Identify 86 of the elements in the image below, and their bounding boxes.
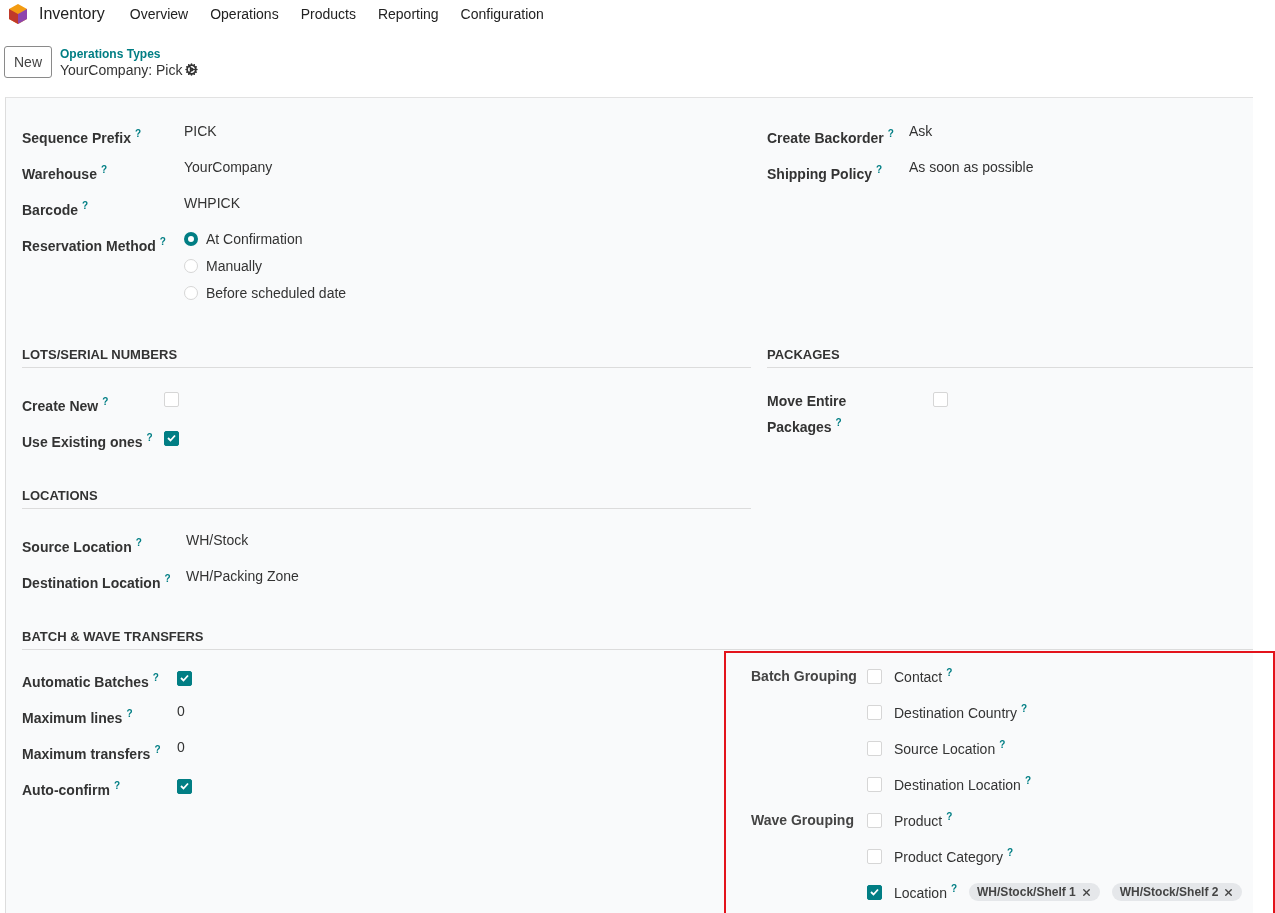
field-label: Create Backorder $^{?}$ (767, 127, 895, 148)
help-mark[interactable]: ? (876, 164, 883, 175)
help-mark[interactable]: ? (152, 672, 159, 683)
field-value[interactable]: 0 (177, 694, 751, 719)
help-mark[interactable]: ? (887, 128, 894, 139)
help-mark[interactable]: ? (835, 417, 842, 428)
field-value[interactable]: WH/Packing Zone (186, 559, 751, 584)
section-heading: LOCATIONS (22, 488, 751, 509)
field-label: Create New $^{?}$ (22, 395, 110, 416)
help-mark[interactable]: ? (100, 164, 108, 175)
field-label: Warehouse $^{?}$ (22, 163, 109, 184)
field-value[interactable]: Ask (909, 114, 1253, 139)
help-mark[interactable]: ? (999, 739, 1006, 751)
field-value[interactable]: WH/Stock (186, 523, 751, 548)
field-label: Auto-confirm $^{?}$ (22, 779, 121, 800)
help-mark[interactable]: ? (82, 200, 89, 211)
help-mark[interactable]: ? (950, 883, 958, 895)
help-mark[interactable]: ? (113, 780, 120, 791)
help-mark[interactable]: ? (154, 744, 161, 755)
checkbox[interactable] (867, 884, 882, 900)
option-label[interactable]: Product Category $^{?}$ (894, 847, 1014, 865)
field-label: Sequence Prefix $^{?}$ (22, 127, 143, 148)
remove-icon[interactable] (1223, 886, 1235, 898)
grouping-label: Wave Grouping (751, 812, 855, 828)
location-tag[interactable]: WH/Stock/Shelf 2 (1111, 883, 1243, 901)
field-value[interactable]: WHPICK (184, 186, 751, 211)
cube-logo-icon[interactable] (8, 2, 28, 25)
field-value[interactable]: PICK (184, 114, 751, 139)
help-mark[interactable]: ? (1006, 847, 1014, 859)
menu-item[interactable]: Operations (210, 5, 279, 22)
menu-item[interactable]: Configuration (460, 5, 544, 22)
app-name[interactable]: Inventory (39, 4, 105, 23)
checkbox[interactable] (177, 670, 192, 686)
location-tag[interactable]: WH/Stock/Shelf 1 (969, 883, 1100, 901)
menu-item[interactable]: Products (300, 5, 356, 22)
field-value[interactable]: 0 (177, 730, 751, 755)
check-icon (167, 434, 176, 442)
grouping-label: Batch Grouping (751, 668, 857, 684)
help-mark[interactable]: ? (1020, 703, 1028, 715)
help-mark[interactable]: ? (134, 128, 142, 139)
option-label[interactable]: Destination Country $^{?}$ (894, 703, 1028, 721)
help-mark[interactable]: ? (946, 667, 953, 679)
field-label: Automatic Batches $^{?}$ (22, 671, 160, 692)
field-label: Reservation Method $^{?}$ (22, 235, 167, 256)
option-label[interactable]: At Confirmation (206, 231, 303, 247)
menu-item[interactable]: Reporting (377, 5, 439, 22)
field-label: Source Location $^{?}$ (22, 536, 143, 557)
field-label: Move Entire Packages $^{?}$ (767, 392, 848, 437)
option-label[interactable]: Destination Location $^{?}$ (894, 775, 1031, 793)
option-label[interactable]: Manually (206, 258, 263, 274)
radio-button[interactable] (184, 232, 198, 246)
section-heading: BATCH & WAVE TRANSFERS (22, 629, 1253, 650)
option-label[interactable]: Location $^{?}$ (894, 883, 958, 901)
gear-icon[interactable] (185, 63, 199, 76)
help-mark[interactable]: ? (102, 396, 109, 407)
breadcrumb-link[interactable]: Operations Types (60, 46, 199, 61)
checkbox[interactable] (177, 778, 192, 794)
help-mark[interactable]: ? (946, 811, 953, 823)
check-icon (180, 674, 189, 682)
section-heading: PACKAGES (767, 347, 1253, 368)
field-value[interactable]: YourCompany (184, 150, 751, 175)
menu-item[interactable]: Overview (129, 5, 189, 22)
section-heading: LOTS/SERIAL NUMBERS (22, 347, 751, 368)
field-label: Barcode $^{?}$ (22, 199, 90, 220)
help-mark[interactable]: ? (135, 537, 142, 548)
checkbox[interactable] (164, 430, 179, 446)
field-label: Destination Location $^{?}$ (22, 572, 172, 593)
field-label: Maximum transfers $^{?}$ (22, 743, 162, 764)
option-label[interactable]: Before scheduled date (206, 285, 347, 301)
field-label: Maximum lines $^{?}$ (22, 707, 134, 728)
check-icon (180, 782, 189, 790)
remove-icon[interactable] (1080, 886, 1092, 898)
field-label: Shipping Policy $^{?}$ (767, 163, 884, 184)
option-label[interactable]: Source Location $^{?}$ (894, 739, 1006, 757)
help-mark[interactable]: ? (1024, 775, 1031, 787)
check-icon (870, 888, 879, 896)
new-button[interactable]: New (4, 46, 52, 78)
field-label: Use Existing ones $^{?}$ (22, 431, 154, 452)
field-value[interactable]: As soon as possible (909, 150, 1253, 175)
option-label[interactable]: Contact $^{?}$ (894, 667, 953, 685)
help-mark[interactable]: ? (159, 236, 166, 247)
help-mark[interactable]: ? (164, 573, 171, 584)
help-mark[interactable]: ? (146, 432, 153, 443)
record-title: YourCompany: Pick (60, 61, 183, 78)
option-label[interactable]: Product $^{?}$ (894, 811, 953, 829)
help-mark[interactable]: ? (126, 708, 133, 719)
